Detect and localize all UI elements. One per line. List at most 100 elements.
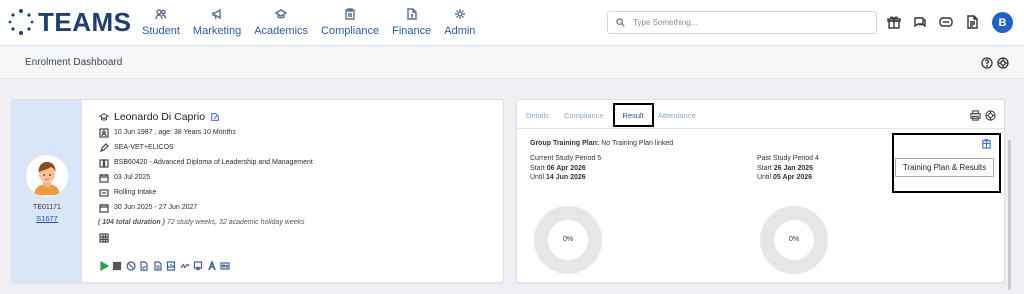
- intake-row: Rolling Intake: [98, 185, 498, 200]
- stop-icon[interactable]: [112, 260, 123, 272]
- student-link[interactable]: S1677: [12, 214, 82, 223]
- dob-row: 10 Jun 1987 , age: 38 Years 10 Months: [98, 125, 498, 140]
- student-name: Leonardo Di Caprio: [114, 111, 206, 123]
- current-period: Current Study Period 5 Start 06 Apr 2026…: [530, 154, 601, 183]
- past-start-label: Start: [757, 164, 772, 172]
- duration-total: ( 104 total duration ): [98, 219, 165, 226]
- logo-text: TEAMS: [38, 6, 132, 37]
- page-header: Enrolment Dashboard: [0, 47, 1024, 79]
- users-icon: [155, 6, 167, 22]
- help-icon[interactable]: [980, 56, 993, 69]
- nav-admin[interactable]: Admin: [444, 6, 475, 37]
- student-avatar: [26, 155, 68, 197]
- page-title: Enrolment Dashboard: [25, 57, 123, 68]
- course-row: BSB60420 - Advanced Diploma of Leadershi…: [98, 155, 498, 170]
- current-start-row: Start 06 Apr 2026: [530, 164, 601, 174]
- lifebuoy-icon[interactable]: [984, 109, 996, 121]
- report-icon[interactable]: [166, 260, 177, 272]
- card-tools: [966, 109, 996, 121]
- tab-result[interactable]: Result: [612, 103, 654, 127]
- edit-icon[interactable]: [210, 112, 220, 122]
- calendar-icon: [98, 172, 109, 183]
- past-start: 26 Jan 2026: [773, 164, 814, 172]
- pen-icon: [98, 142, 109, 153]
- past-period: Past Study Period 4 Start 26 Jan 2026 Un…: [757, 154, 819, 183]
- lifebuoy-icon[interactable]: [996, 56, 1009, 69]
- tab-compliance[interactable]: Compliance: [564, 111, 604, 120]
- document-icon[interactable]: [964, 14, 980, 30]
- dob-text: 10 Jun 1987 , age: 38 Years 10 Months: [114, 129, 236, 136]
- font-icon[interactable]: [206, 260, 217, 272]
- tab-bar: Details Compliance Result Attendance: [526, 103, 711, 127]
- nav-marketing[interactable]: Marketing: [193, 6, 241, 37]
- header-icons: [977, 56, 1009, 69]
- past-until-label: Until: [757, 174, 772, 181]
- search-box: [607, 11, 877, 34]
- program-text: SEA-VET+ELICOS: [114, 144, 174, 151]
- nav-compliance[interactable]: Compliance: [321, 6, 379, 37]
- teams-logo[interactable]: TEAMS: [6, 7, 132, 37]
- nav-label: Compliance: [321, 25, 380, 37]
- student-side-panel: TE01171 S1677: [12, 100, 82, 282]
- date-text: 03 Jul 2025: [114, 174, 151, 181]
- past-until-row: Until 05 Apr 2026: [757, 173, 819, 183]
- scrollbar[interactable]: [1008, 140, 1011, 290]
- gear-icon: [454, 6, 466, 22]
- id-card-icon[interactable]: [938, 14, 954, 30]
- nav-label: Marketing: [192, 25, 242, 37]
- past-period-title: Past Study Period 4: [757, 155, 819, 162]
- user-avatar[interactable]: B: [992, 12, 1013, 33]
- megaphone-icon: [211, 6, 223, 22]
- grid-icon[interactable]: [98, 232, 109, 243]
- course-text: BSB60420 - Advanced Diploma of Leadershi…: [114, 159, 313, 166]
- id-card-icon[interactable]: [220, 260, 231, 272]
- signature-icon[interactable]: [179, 260, 190, 272]
- book-icon: [98, 157, 109, 168]
- duration-range: 30 Jun 2025 - 27 Jun 2027: [114, 204, 198, 211]
- document-dollar-icon: [406, 6, 418, 22]
- date-row: 03 Jul 2025: [98, 170, 498, 185]
- student-info: Leonardo Di Caprio 10 Jun 1987 , age: 38…: [98, 109, 498, 245]
- nav-academics[interactable]: Academics: [254, 6, 308, 37]
- print-icon[interactable]: [969, 109, 981, 121]
- chat-icon[interactable]: [912, 14, 928, 30]
- past-start-row: Start 26 Jan 2026: [757, 164, 819, 174]
- graduation-cap-icon: [275, 6, 288, 22]
- top-bar: TEAMS Student Marketing Academics Compli…: [0, 0, 1024, 46]
- student-actions: [98, 260, 233, 272]
- current-until-row: Until 14 Jun 2026: [530, 173, 601, 183]
- nav-label: Finance: [392, 25, 432, 37]
- past-progress-label: 0%: [788, 236, 800, 243]
- nav-student[interactable]: Student: [142, 6, 180, 37]
- student-name-row: Leonardo Di Caprio: [98, 109, 498, 125]
- current-progress-label: 0%: [562, 236, 574, 243]
- current-period-title: Current Study Period 5: [530, 155, 602, 162]
- past-until: 05 Apr 2026: [772, 174, 813, 181]
- graduation-cap-icon: [98, 112, 109, 123]
- nav-label: Academics: [254, 25, 309, 37]
- block-icon[interactable]: [125, 260, 136, 272]
- nav-finance[interactable]: Finance: [392, 6, 431, 37]
- group-training-plan: Group Training Plan: No Training Plan li…: [530, 140, 673, 147]
- intake-text: Rolling Intake: [114, 189, 157, 196]
- program-row: SEA-VET+ELICOS: [98, 140, 498, 155]
- duration-detail-row: ( 104 total duration ) 72 study weeks, 3…: [98, 215, 498, 230]
- nav-label: Admin: [444, 25, 476, 37]
- search-input[interactable]: [633, 18, 853, 27]
- tab-details[interactable]: Details: [526, 111, 549, 120]
- nav-label: Student: [142, 25, 180, 37]
- tab-attendance[interactable]: Attendance: [658, 111, 696, 120]
- intake-icon: [98, 187, 109, 198]
- document-check-icon[interactable]: [139, 260, 150, 272]
- current-until-label: Until: [530, 174, 545, 181]
- tab-divider: [517, 128, 1004, 129]
- document-icon[interactable]: [152, 260, 163, 272]
- certificate-icon[interactable]: [193, 260, 204, 272]
- current-start-label: Start: [530, 164, 545, 172]
- play-icon[interactable]: [98, 260, 109, 272]
- gift-icon[interactable]: [886, 14, 902, 30]
- current-until: 14 Jun 2026: [545, 174, 586, 181]
- student-id: TE01171: [33, 204, 61, 211]
- training-plan-tooltip: Training Plan & Results: [895, 158, 994, 177]
- calendar-range-icon: [98, 202, 109, 213]
